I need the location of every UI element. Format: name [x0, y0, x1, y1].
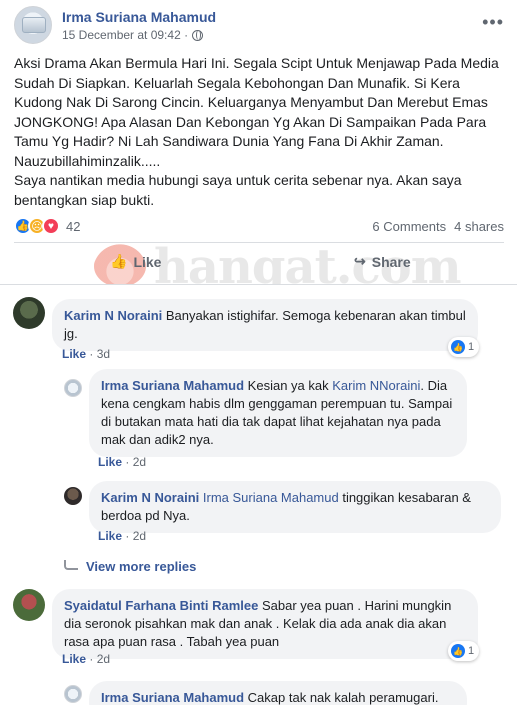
- thumbs-up-icon: 👍: [110, 253, 128, 269]
- post-text: Aksi Drama Akan Bermula Hari Ini. Segala…: [14, 55, 499, 208]
- comment-like-link[interactable]: Like: [98, 529, 122, 543]
- comment-like-link[interactable]: Like: [62, 347, 86, 361]
- avatar[interactable]: [64, 487, 82, 505]
- post-stats: 6 Comments 4 shares: [372, 219, 504, 234]
- reaction-icons[interactable]: 👍 ☹ ♥: [14, 217, 60, 235]
- comment-reply: Irma Suriana Mahamud Kesian ya kak Karim…: [0, 369, 517, 469]
- reaction-badge-count: 1: [468, 645, 475, 657]
- reaction-badge-count: 1: [468, 341, 475, 353]
- comment-time[interactable]: 2d: [133, 529, 146, 543]
- post-date[interactable]: 15 December at 09:42 ·: [62, 28, 188, 42]
- comment-reply: Karim N Noraini Irma Suriana Mahamud tin…: [0, 481, 517, 547]
- post-body: Aksi Drama Akan Bermula Hari Ini. Segala…: [14, 54, 506, 210]
- comment-actions: Like · 2d: [98, 529, 147, 543]
- like-button[interactable]: 👍 Like: [110, 253, 161, 270]
- avatar[interactable]: [13, 297, 45, 329]
- comment-author[interactable]: Irma Suriana Mahamud: [101, 690, 244, 705]
- comments-count[interactable]: 6 Comments: [372, 219, 446, 234]
- reply-arrow-icon: [64, 559, 78, 570]
- comment-reply: Irma Suriana Mahamud Cakap tak nak kalah…: [0, 681, 517, 705]
- post-author[interactable]: Irma Suriana Mahamud: [62, 9, 216, 25]
- more-horizontal-icon[interactable]: •••: [482, 12, 504, 33]
- avatar[interactable]: [64, 685, 82, 703]
- comment-bubble: Irma Suriana Mahamud Cakap tak nak kalah…: [89, 681, 467, 705]
- comment-bubble: Karim N Noraini Banyakan istighifar. Sem…: [52, 299, 478, 351]
- comment-bubble: Karim N Noraini Irma Suriana Mahamud tin…: [89, 481, 501, 533]
- comment-author[interactable]: Karim N Noraini: [101, 490, 199, 505]
- reaction-badge[interactable]: 👍 1: [448, 337, 480, 357]
- share-button[interactable]: ↪ Share: [354, 253, 411, 270]
- post-header: Irma Suriana Mahamud 15 December at 09:4…: [14, 6, 504, 46]
- shares-count[interactable]: 4 shares: [454, 219, 504, 234]
- reactions-bar: 👍 ☹ ♥ 42 6 Comments 4 shares: [14, 216, 504, 238]
- comment-mention[interactable]: Irma Suriana Mahamud: [203, 490, 339, 505]
- avatar[interactable]: [64, 379, 82, 397]
- view-more-label: View more replies: [86, 559, 197, 574]
- comment-bubble: Syaidatul Farhana Binti Ramlee Sabar yea…: [52, 589, 478, 659]
- comment-time[interactable]: 2d: [97, 652, 110, 666]
- comment-author[interactable]: Irma Suriana Mahamud: [101, 378, 244, 393]
- comment: Syaidatul Farhana Binti Ramlee Sabar yea…: [0, 585, 517, 671]
- comment-time[interactable]: 2d: [133, 455, 146, 469]
- share-icon: ↪: [354, 253, 366, 269]
- view-more-replies[interactable]: View more replies: [64, 559, 196, 574]
- comments-section: Karim N Noraini Banyakan istighifar. Sem…: [0, 284, 517, 705]
- avatar[interactable]: [13, 589, 45, 621]
- comment-actions: Like · 2d: [98, 455, 147, 469]
- comment: Karim N Noraini Banyakan istighifar. Sem…: [0, 285, 517, 365]
- like-reaction-icon: 👍: [451, 340, 465, 354]
- comment-like-link[interactable]: Like: [62, 652, 86, 666]
- love-reaction-icon: ♥: [42, 217, 60, 235]
- post-meta: 15 December at 09:42 ·: [62, 28, 204, 42]
- comment-mention[interactable]: Karim NNoraini: [332, 378, 420, 393]
- comment-like-link[interactable]: Like: [98, 455, 122, 469]
- action-bar: hangat.com 👍 Like ↪ Share: [14, 235, 504, 295]
- avatar[interactable]: [14, 6, 52, 44]
- comment-text: Cakap tak nak kalah peramugari.: [247, 690, 439, 705]
- comment-author[interactable]: Syaidatul Farhana Binti Ramlee: [64, 598, 258, 613]
- share-button-label: Share: [371, 253, 411, 270]
- like-reaction-icon: 👍: [451, 644, 465, 658]
- comment-bubble: Irma Suriana Mahamud Kesian ya kak Karim…: [89, 369, 467, 457]
- comment-actions: Like · 3d: [62, 347, 111, 361]
- like-button-label: Like: [133, 253, 162, 270]
- comment-time[interactable]: 3d: [97, 347, 110, 361]
- reaction-badge[interactable]: 👍 1: [448, 641, 480, 661]
- comment-actions: Like · 2d: [62, 652, 111, 666]
- reaction-count[interactable]: 42: [66, 219, 80, 234]
- globe-icon: [192, 29, 204, 41]
- comment-text: Kesian ya kak: [247, 378, 333, 393]
- comment-author[interactable]: Karim N Noraini: [64, 308, 162, 323]
